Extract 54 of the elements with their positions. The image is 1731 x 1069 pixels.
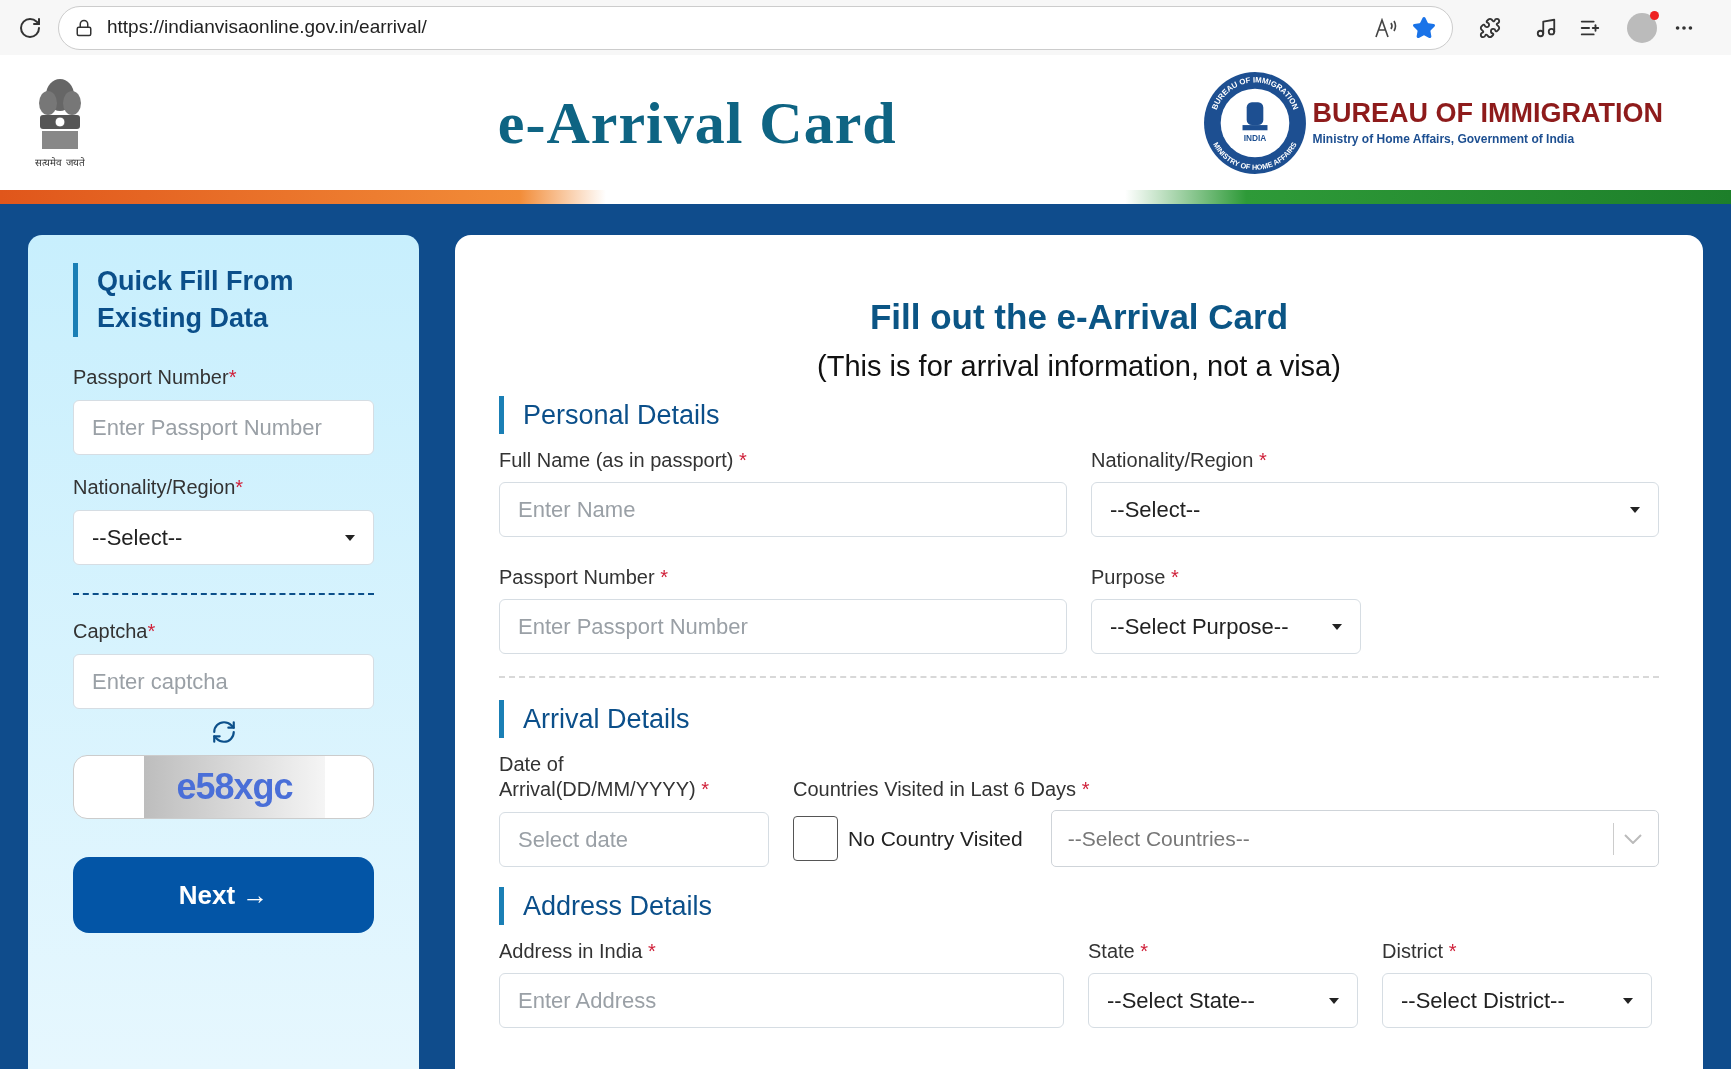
select-dropdown[interactable]: --Select-- [1091, 482, 1659, 538]
profile-avatar[interactable] [1627, 12, 1657, 43]
section-title: Arrival Details [499, 700, 1659, 739]
caret-icon [1630, 506, 1640, 513]
form-title: Fill out the e-Arrival Card [868, 296, 1290, 338]
input-field[interactable]: Enter Passport Number [499, 599, 1067, 655]
caret-icon [345, 534, 355, 541]
field-label: Passport Number* [73, 365, 238, 390]
page-title: e-Arrival Card [497, 88, 897, 158]
field-label: State * [1088, 939, 1150, 965]
lock-icon [75, 18, 93, 37]
field-label: Passport Number * [499, 565, 669, 591]
field-label: Nationality/Region * [1091, 448, 1268, 474]
caret-icon [1329, 997, 1339, 1004]
caret-icon [1623, 997, 1633, 1004]
section-title: Personal Details [499, 396, 1659, 435]
org-name: BUREAU OF IMMIGRATION [1312, 96, 1663, 130]
checkbox-label: No Country Visited [848, 826, 1023, 852]
field-label: Full Name (as in passport) * [499, 448, 748, 474]
select-dropdown[interactable]: --Select State-- [1088, 973, 1358, 1029]
refresh-captcha-icon[interactable] [210, 719, 237, 745]
captcha-image: e58xgc [144, 756, 325, 818]
field-label: Date of Arrival(DD/MM/YYYY) * [499, 752, 711, 803]
read-aloud-icon[interactable] [1374, 17, 1398, 38]
select-dropdown[interactable]: --Select District-- [1382, 973, 1652, 1029]
caret-icon [1332, 623, 1342, 630]
input-field[interactable]: Enter Address [499, 973, 1064, 1029]
form-subtitle: (This is for arrival information, not a visa) [816, 348, 1342, 384]
field-label: Countries Visited in Last 6 Days * [793, 777, 1091, 803]
countries-select[interactable]: --Select Countries-- [1050, 810, 1659, 868]
refresh-icon[interactable] [18, 15, 42, 40]
address-bar[interactable]: https://indianvisaonline.gov.in/earrival/ [58, 5, 1453, 50]
org-subtitle: Ministry of Home Affairs, Government of India [1312, 131, 1576, 149]
favorite-star-icon[interactable] [1412, 15, 1436, 40]
checkbox[interactable] [793, 816, 838, 862]
captcha-input[interactable]: Enter captcha [73, 654, 374, 709]
chevron-down-icon [1624, 833, 1642, 844]
field-label: District * [1382, 939, 1458, 965]
emblem-motto: सत्यमेव जयते [35, 156, 85, 170]
panel-heading: Quick Fill From Existing Data [73, 263, 333, 337]
select-dropdown[interactable]: --Select Purpose-- [1091, 599, 1361, 655]
select-dropdown[interactable]: --Select-- [73, 510, 374, 565]
extensions-icon[interactable] [1479, 16, 1501, 39]
url-text: https://indianvisaonline.gov.in/earrival/ [107, 15, 428, 40]
field-label: Nationality/Region* [73, 475, 245, 500]
input-field[interactable]: Enter Name [499, 482, 1067, 538]
section-title: Address Details [499, 887, 1659, 926]
field-label: Captcha* [73, 619, 157, 644]
next-button[interactable]: Next → [73, 857, 374, 933]
input-field[interactable]: Enter Passport Number [73, 400, 374, 455]
input-field[interactable]: Select date [499, 812, 769, 868]
field-label: Purpose * [1091, 565, 1180, 591]
field-label: Address in India * [499, 939, 657, 965]
media-icon[interactable] [1535, 16, 1557, 39]
